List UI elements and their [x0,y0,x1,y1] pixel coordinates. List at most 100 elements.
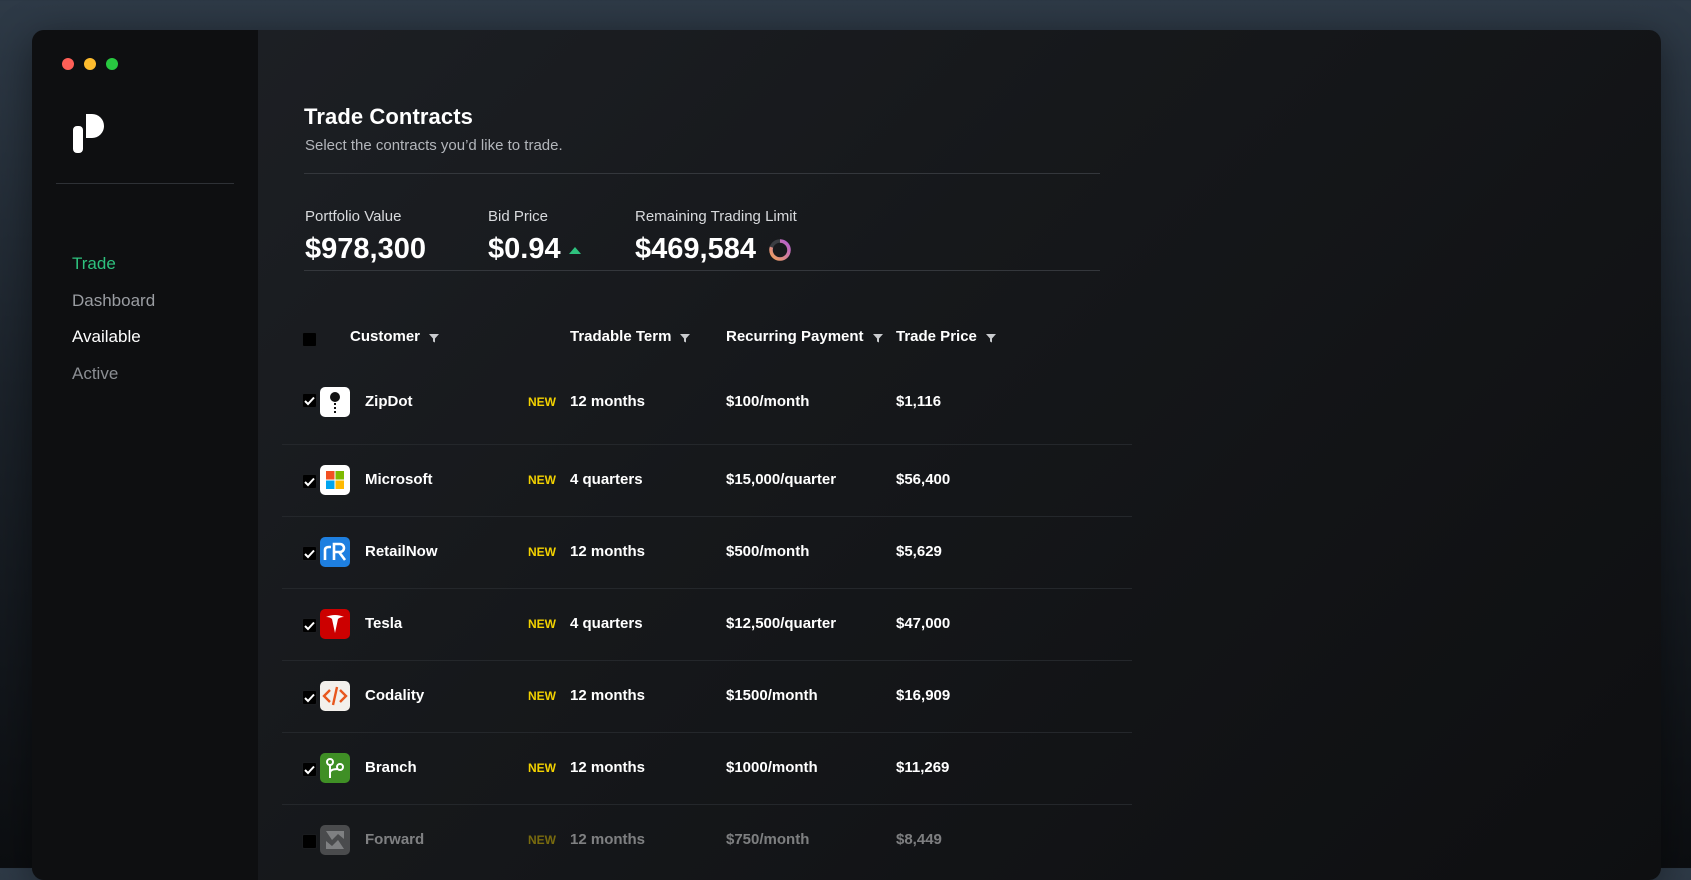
bid-price-amount: $0.94 [488,233,561,265]
recurring-payment: $15,000/quarter [726,471,837,488]
zipdot-logo-icon [320,387,350,417]
customer-name: RetailNow [365,543,438,560]
customer-name: Branch [365,759,417,776]
portfolio-value-amount: $978,300 [305,233,426,265]
customer-name: Forward [365,831,425,848]
stat-bid-price: Bid Price $0.94 [488,208,581,266]
stat-value: $978,300 [305,233,426,266]
tradable-term: 12 months [570,831,646,848]
row-checkbox[interactable] [302,393,317,408]
branch-logo-icon [320,753,350,783]
forward-logo-icon [320,825,350,855]
select-all-checkbox[interactable] [302,332,317,347]
recurring-payment: $750/month [726,831,810,848]
nav-item-active[interactable]: Active [72,356,155,393]
trading-limit-amount: $469,584 [635,233,756,265]
tradable-term: 4 quarters [570,471,643,488]
microsoft-logo-icon [320,465,350,495]
column-label: Tradable Term [570,328,672,345]
new-badge: NEW [528,689,556,703]
recurring-payment: $12,500/quarter [726,615,837,632]
stat-value: $0.94 [488,233,581,266]
sidebar-divider [56,183,234,184]
table-row[interactable]: Codality NEW 12 months $1500/month $16,9… [282,661,1132,733]
header-divider [304,173,1100,174]
trade-price: $56,400 [896,471,951,488]
filter-icon[interactable] [428,332,440,344]
tradable-term: 12 months [570,543,646,560]
column-header-price[interactable]: Trade Price [896,328,997,345]
trade-price: $16,909 [896,687,951,704]
trade-price: $8,449 [896,831,942,848]
column-header-term[interactable]: Tradable Term [570,328,691,345]
column-label: Customer [350,328,421,345]
row-checkbox[interactable] [302,834,317,849]
new-badge: NEW [528,761,556,775]
stats-divider [304,270,1100,271]
new-badge: NEW [528,395,556,409]
recurring-payment: $1000/month [726,759,818,776]
minimize-window-button[interactable] [84,58,96,70]
filter-icon[interactable] [872,332,884,344]
tradable-term: 12 months [570,393,646,410]
table-row[interactable]: Tesla NEW 4 quarters $12,500/quarter $47… [282,589,1132,661]
maximize-window-button[interactable] [106,58,118,70]
tradable-term: 4 quarters [570,615,643,632]
stat-label: Bid Price [488,208,549,225]
table-row[interactable]: ZipDot NEW 12 months $100/month $1,116 [282,373,1132,445]
page-title: Trade Contracts [304,104,473,129]
new-badge: NEW [528,617,556,631]
customer-name: Tesla [365,615,403,632]
new-badge: NEW [528,473,556,487]
contracts-table: Customer Tradable Term Recurring Payment… [282,318,1132,876]
row-checkbox[interactable] [302,546,317,561]
retailnow-logo-icon [320,537,350,567]
filter-icon[interactable] [985,332,997,344]
recurring-payment: $100/month [726,393,810,410]
table-header: Customer Tradable Term Recurring Payment… [282,318,1132,373]
row-checkbox[interactable] [302,762,317,777]
customer-name: Microsoft [365,471,433,488]
table-row[interactable]: Microsoft NEW 4 quarters $15,000/quarter… [282,445,1132,517]
tradable-term: 12 months [570,759,646,776]
brand-logo-icon [73,114,104,153]
limit-progress-ring-icon [769,238,791,261]
nav-item-trade[interactable]: Trade [72,246,155,283]
tesla-logo-icon [320,609,350,639]
nav-item-available[interactable]: Available [72,319,155,356]
close-window-button[interactable] [62,58,74,70]
row-checkbox[interactable] [302,618,317,633]
column-label: Trade Price [896,328,977,345]
column-header-payment[interactable]: Recurring Payment [726,328,884,345]
app-window: Trade Dashboard Available Active Trade C… [32,30,1661,880]
codality-logo-icon [320,681,350,711]
table-row[interactable]: Forward NEW 12 months $750/month $8,449 [282,805,1132,876]
trade-price: $1,116 [896,393,942,410]
new-badge: NEW [528,833,556,847]
row-checkbox[interactable] [302,474,317,489]
customer-name: ZipDot [365,393,413,410]
column-header-customer[interactable]: Customer [350,328,440,345]
tradable-term: 12 months [570,687,646,704]
new-badge: NEW [528,545,556,559]
table-row[interactable]: Branch NEW 12 months $1000/month $11,269 [282,733,1132,805]
trade-price: $11,269 [896,759,950,776]
filter-icon[interactable] [679,332,691,344]
stat-trading-limit: Remaining Trading Limit $469,584 [635,208,797,266]
customer-name: Codality [365,687,425,704]
row-checkbox[interactable] [302,690,317,705]
stat-label: Portfolio Value [305,208,402,225]
window-controls [62,58,118,70]
nav-item-dashboard[interactable]: Dashboard [72,283,155,320]
sidebar: Trade Dashboard Available Active [32,30,258,880]
stat-value: $469,584 [635,233,797,266]
stat-portfolio-value: Portfolio Value $978,300 [305,208,426,266]
recurring-payment: $500/month [726,543,810,560]
column-label: Recurring Payment [726,328,864,345]
table-row[interactable]: RetailNow NEW 12 months $500/month $5,62… [282,517,1132,589]
trade-price: $5,629 [896,543,942,560]
page-subtitle: Select the contracts you’d like to trade… [305,137,563,154]
recurring-payment: $1500/month [726,687,818,704]
sidebar-nav: Trade Dashboard Available Active [72,246,155,392]
stat-label: Remaining Trading Limit [635,208,797,225]
